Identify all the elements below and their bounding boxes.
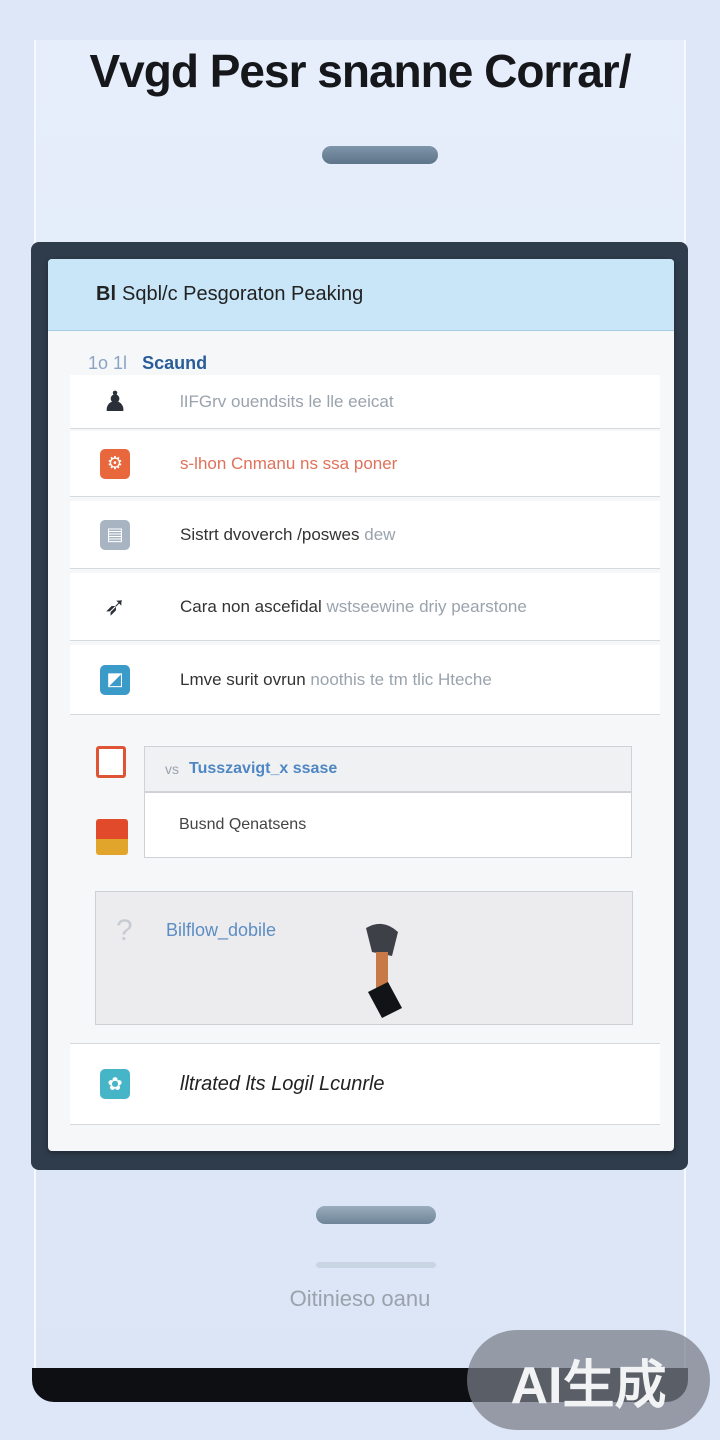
list-item[interactable]: ◩ Lmve surit ovrun noothis te tm tlic Ht… [70, 645, 660, 715]
field-value: Tusszavigt_x ssase [189, 760, 338, 777]
list-item-sublabel: dew [364, 524, 396, 544]
divider [316, 1262, 436, 1268]
picker-label: Bilflow_dobile [166, 920, 277, 940]
header-icon: Bl [96, 283, 116, 305]
list-item[interactable]: ➶ Cara non ascefidal wstseewine driy pea… [70, 573, 660, 641]
section-title: Scaund [142, 353, 208, 373]
bottom-caption: Oitinieso oanu [289, 1286, 431, 1311]
list-item[interactable]: ♟ lIFGrv ouendsits le lle eeicat [70, 375, 660, 429]
card-header: Bl Sqbl/c Pesgoraton Peaking [48, 259, 674, 331]
gear-icon: ⚙ [100, 448, 130, 479]
app-title: Vvgd Pesr snanne Corrar/ [89, 45, 632, 97]
penguin-icon: ♟ [102, 386, 128, 417]
document-icon [96, 746, 126, 778]
map-icon: ◩ [100, 664, 130, 695]
field-value: Busnd Qenatsens [179, 816, 307, 833]
section-number: 1o 1l [88, 353, 128, 373]
section-label: 1o 1l Scaund [88, 353, 207, 374]
list-item-label: Sistrt dvoverch /poswes [180, 524, 360, 544]
list-item-sublabel: wstseewine driy pearstone [326, 596, 527, 616]
flower-icon: ✿ [100, 1069, 130, 1099]
folder-icon: ▤ [100, 519, 130, 550]
chart-icon [96, 819, 128, 855]
bird-icon: ➶ [104, 591, 126, 621]
settings-card: Bl Sqbl/c Pesgoraton Peaking 1o 1l Scaun… [48, 259, 674, 1151]
list-item-label: s-lhon Cnmanu ns ssa poner [180, 453, 398, 473]
list-item[interactable]: ▤ Sistrt dvoverch /poswes dew [70, 501, 660, 569]
ai-watermark: AI生成 [467, 1330, 710, 1430]
image-picker[interactable]: ? Bilflow_dobile [95, 891, 633, 1025]
text-field[interactable]: Busnd Qenatsens [144, 792, 632, 858]
list-item-label: lltrated lts Logil Lcunrle [180, 1072, 385, 1095]
field-prefix: vs [165, 761, 179, 777]
hammer-icon [366, 923, 402, 1018]
list-item-sublabel: noothis te tm tlic Hteche [310, 669, 492, 689]
bottom-drag-handle[interactable] [316, 1206, 436, 1224]
list-item-label: lIFGrv ouendsits le lle eeicat [180, 391, 394, 411]
text-field[interactable]: vs Tusszavigt_x ssase [144, 746, 632, 792]
list-item-label: Cara non ascefidal [180, 596, 322, 616]
list-item[interactable]: ✿ lltrated lts Logil Lcunrle [70, 1043, 660, 1125]
list-item[interactable]: ⚙ s-lhon Cnmanu ns ssa poner [70, 431, 660, 497]
help-icon: ? [116, 914, 133, 947]
card-title: Sqbl/c Pesgoraton Peaking [122, 283, 364, 305]
top-drag-handle[interactable] [322, 146, 438, 164]
list-item-label: Lmve surit ovrun [180, 669, 306, 689]
